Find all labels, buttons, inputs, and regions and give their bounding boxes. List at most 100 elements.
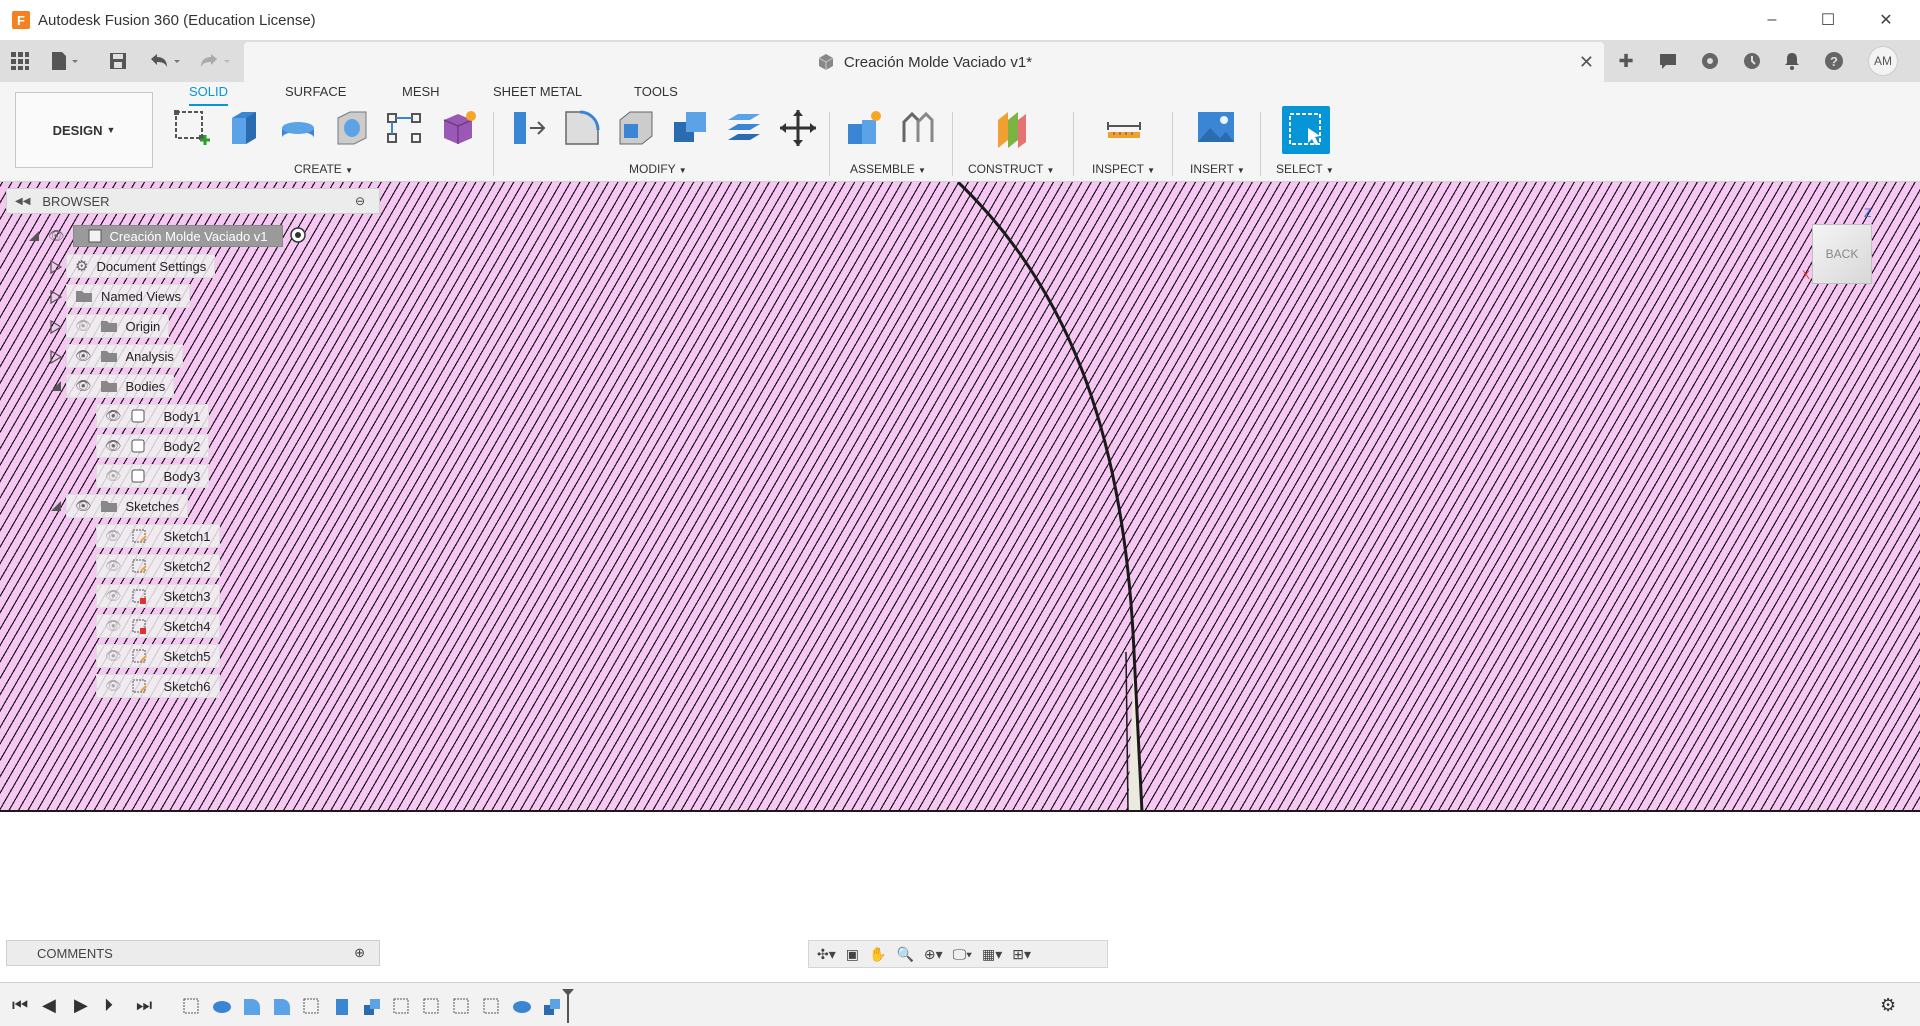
undo-icon[interactable] — [148, 49, 184, 73]
visibility-eye-icon[interactable]: 👁 — [105, 408, 122, 424]
orbit-icon[interactable]: ✣▾ — [817, 946, 836, 963]
measure-icon[interactable] — [1102, 106, 1146, 150]
notifications-bell-icon[interactable] — [1778, 49, 1806, 73]
activate-component-radio-icon[interactable] — [289, 226, 307, 247]
timeline-sketch-icon[interactable] — [422, 997, 442, 1017]
hidden-eye-icon[interactable]: 👁 — [105, 558, 122, 574]
tab-solid[interactable]: SOLID — [189, 84, 229, 106]
tab-sheet-metal[interactable]: SHEET METAL — [493, 84, 582, 106]
timeline-sketch-icon[interactable] — [452, 997, 472, 1017]
file-menu-icon[interactable] — [50, 49, 80, 73]
move-copy-icon[interactable] — [776, 106, 820, 150]
timeline-fillet-icon[interactable] — [242, 997, 262, 1017]
browser-node-sketch[interactable]: 👁 Sketch1 — [96, 524, 220, 548]
go-to-end-icon[interactable]: ⏭ — [136, 995, 152, 1016]
browser-node-body[interactable]: 👁 Body2 — [96, 434, 210, 458]
collapsed-triangle-icon[interactable] — [50, 319, 63, 335]
select-group-menu[interactable]: SELECT ▼ — [1276, 162, 1334, 176]
help-icon[interactable]: ? — [1820, 49, 1848, 73]
save-icon[interactable] — [108, 49, 128, 73]
close-tab-icon[interactable]: ✕ — [1579, 52, 1594, 73]
shell-icon[interactable] — [614, 106, 658, 150]
browser-node-sketch[interactable]: 👁 Sketch4 — [96, 614, 220, 638]
expanded-triangle-icon[interactable] — [28, 230, 39, 242]
modify-group-menu[interactable]: MODIFY ▼ — [629, 162, 687, 176]
joint-icon[interactable] — [896, 106, 940, 150]
tab-mesh[interactable]: MESH — [402, 84, 440, 106]
zoom-window-icon[interactable]: ⊕▾ — [924, 946, 943, 963]
inspect-group-menu[interactable]: INSPECT ▼ — [1092, 162, 1155, 176]
browser-node-body[interactable]: 👁 Body1 — [96, 404, 210, 428]
assemble-group-menu[interactable]: ASSEMBLE ▼ — [850, 162, 926, 176]
timeline-extrude-icon[interactable] — [332, 997, 352, 1017]
collapsed-triangle-icon[interactable] — [50, 289, 63, 305]
timeline-combine-icon[interactable] — [542, 997, 562, 1017]
look-at-icon[interactable]: ▣ — [846, 946, 859, 963]
offset-face-icon[interactable] — [722, 106, 766, 150]
collapsed-triangle-icon[interactable] — [50, 259, 63, 275]
new-tab-plus-icon[interactable]: ✚ — [1612, 49, 1640, 73]
user-avatar[interactable]: AM — [1868, 46, 1898, 76]
workspace-switcher-button[interactable]: DESIGN ▼ — [15, 92, 153, 168]
visibility-eye-icon[interactable]: 👁 — [48, 228, 65, 244]
revolve-icon[interactable] — [276, 106, 320, 150]
hidden-eye-icon[interactable]: 👁 — [75, 318, 92, 334]
extensions-icon[interactable] — [1696, 49, 1724, 73]
tab-tools[interactable]: TOOLS — [634, 84, 678, 106]
collapse-panel-icon[interactable]: ◀◀ — [15, 196, 30, 207]
visibility-eye-icon[interactable]: 👁 — [75, 348, 92, 364]
timeline-fillet-icon[interactable] — [272, 997, 292, 1017]
browser-node-sketches[interactable]: 👁 Sketches — [50, 494, 188, 518]
offset-plane-icon[interactable] — [990, 106, 1034, 150]
create-group-menu[interactable]: CREATE ▼ — [294, 162, 353, 176]
browser-node-origin[interactable]: 👁 Origin — [50, 314, 170, 338]
step-forward-icon[interactable]: ⏵ — [104, 995, 113, 1016]
timeline-revolve-icon[interactable] — [512, 997, 532, 1017]
timeline-revolve-icon[interactable] — [212, 997, 232, 1017]
browser-node-body[interactable]: 👁 Body3 — [96, 464, 210, 488]
browser-node-sketch[interactable]: 👁 Sketch3 — [96, 584, 220, 608]
create-form-icon[interactable] — [436, 106, 480, 150]
hidden-eye-icon[interactable]: 👁 — [105, 528, 122, 544]
create-sketch-icon[interactable] — [170, 106, 214, 150]
timeline-sketch-icon[interactable] — [302, 997, 322, 1017]
timeline-sketch-icon[interactable] — [182, 997, 202, 1017]
redo-icon[interactable] — [198, 49, 234, 73]
hidden-eye-icon[interactable]: 👁 — [105, 468, 122, 484]
expanded-triangle-icon[interactable] — [50, 380, 61, 392]
data-panel-grid-icon[interactable] — [10, 49, 30, 73]
play-icon[interactable]: ▶ — [74, 995, 88, 1016]
timeline-marker-icon[interactable] — [560, 987, 576, 1023]
job-status-clock-icon[interactable] — [1738, 49, 1766, 73]
browser-root-node[interactable]: 👁 Creación Molde Vaciado v1 — [28, 224, 307, 248]
timeline-combine-icon[interactable] — [362, 997, 382, 1017]
insert-group-menu[interactable]: INSERT ▼ — [1190, 162, 1245, 176]
browser-node-sketch[interactable]: 👁 Sketch5 — [96, 644, 220, 668]
insert-image-icon[interactable] — [1194, 106, 1238, 150]
step-back-icon[interactable]: ◀ — [42, 995, 56, 1016]
extrude-icon[interactable] — [222, 106, 266, 150]
construct-group-menu[interactable]: CONSTRUCT ▼ — [968, 162, 1054, 176]
browser-node-bodies[interactable]: 👁 Bodies — [50, 374, 175, 398]
minimize-button[interactable]: – — [1744, 0, 1800, 40]
document-tab[interactable]: Creación Molde Vaciado v1* ✕ — [244, 42, 1604, 82]
browser-node-document-settings[interactable]: ⚙ Document Settings — [50, 254, 216, 278]
hidden-eye-icon[interactable]: 👁 — [105, 678, 122, 694]
combine-icon[interactable] — [668, 106, 712, 150]
pattern-icon[interactable] — [382, 106, 426, 150]
browser-node-named-views[interactable]: Named Views — [50, 284, 190, 308]
hidden-eye-icon[interactable]: 👁 — [105, 618, 122, 634]
tab-surface[interactable]: SURFACE — [285, 84, 346, 106]
visibility-eye-icon[interactable]: 👁 — [75, 378, 92, 394]
visibility-eye-icon[interactable]: 👁 — [105, 438, 122, 454]
timeline-sketch-icon[interactable] — [392, 997, 412, 1017]
minimize-panel-icon[interactable]: ⊖ — [355, 194, 365, 208]
comments-chat-icon[interactable] — [1654, 49, 1682, 73]
select-tool-icon[interactable] — [1282, 106, 1330, 154]
expanded-triangle-icon[interactable] — [50, 500, 61, 512]
new-component-icon[interactable] — [842, 106, 886, 150]
close-window-button[interactable]: ✕ — [1858, 0, 1914, 40]
browser-node-analysis[interactable]: 👁 Analysis — [50, 344, 183, 368]
canvas-viewport[interactable] — [0, 182, 1920, 812]
viewcube[interactable]: BACK — [1812, 224, 1872, 284]
